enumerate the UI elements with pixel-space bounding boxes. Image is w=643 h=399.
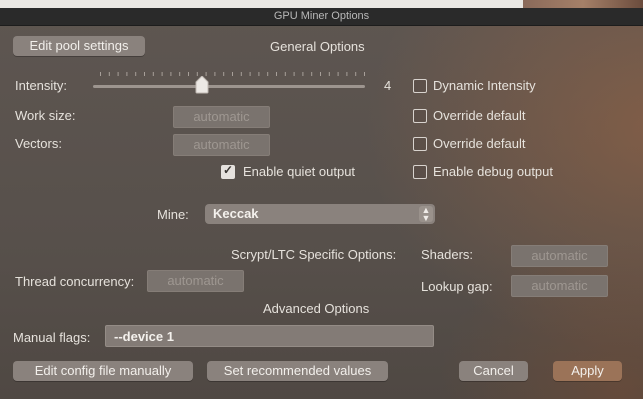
cancel-button[interactable]: Cancel: [459, 361, 528, 381]
manual-flags-label: Manual flags:: [13, 330, 91, 345]
lookup-gap-field[interactable]: automatic: [511, 275, 608, 297]
scrypt-options-heading: Scrypt/LTC Specific Options:: [231, 247, 397, 262]
work-size-field[interactable]: automatic: [173, 106, 270, 128]
work-size-override-label: Override default: [433, 108, 526, 123]
apply-button[interactable]: Apply: [553, 361, 622, 381]
edit-pool-settings-button[interactable]: Edit pool settings: [13, 36, 145, 56]
debug-output-label: Enable debug output: [433, 164, 553, 179]
set-recommended-values-button[interactable]: Set recommended values: [207, 361, 388, 381]
mine-label: Mine:: [157, 207, 189, 222]
thread-concurrency-field[interactable]: automatic: [147, 270, 244, 292]
desktop-photo: [523, 0, 643, 8]
shaders-field[interactable]: automatic: [511, 245, 608, 267]
mine-select-value: Keccak: [213, 206, 259, 221]
quiet-output-label: Enable quiet output: [243, 164, 356, 179]
quiet-output-checkbox[interactable]: ✓: [221, 163, 235, 179]
checkmark-icon: ✓: [223, 163, 234, 177]
window-title: GPU Miner Options: [273, 10, 370, 22]
vectors-override-label: Override default: [433, 136, 526, 151]
edit-config-file-button[interactable]: Edit config file manually: [13, 361, 193, 381]
dynamic-intensity-checkbox[interactable]: [413, 79, 427, 93]
updown-chevron-icon: ▲ ▼: [419, 206, 433, 223]
manual-flags-input[interactable]: --device 1: [105, 325, 434, 347]
intensity-label: Intensity:: [15, 78, 68, 93]
slider-ticks: [100, 72, 365, 76]
vectors-field[interactable]: automatic: [173, 134, 270, 156]
background-strip: [0, 0, 643, 8]
advanced-options-heading: Advanced Options: [263, 301, 370, 316]
title-bar[interactable]: GPU Miner Options: [0, 8, 643, 26]
intensity-value: 4: [384, 78, 392, 93]
vectors-override-checkbox[interactable]: [413, 137, 427, 151]
vectors-label: Vectors:: [15, 136, 62, 151]
debug-output-checkbox[interactable]: [413, 165, 427, 179]
work-size-label: Work size:: [15, 108, 76, 123]
work-size-override-checkbox[interactable]: [413, 109, 427, 123]
dynamic-intensity-label: Dynamic Intensity: [433, 78, 536, 93]
shaders-label: Shaders:: [421, 247, 474, 262]
general-options-heading: General Options: [270, 39, 365, 54]
gpu-miner-options-window: GPU Miner Options Edit pool settings Gen…: [0, 8, 643, 399]
lookup-gap-label: Lookup gap:: [421, 279, 493, 294]
slider-track: [93, 85, 365, 88]
slider-thumb[interactable]: [194, 76, 210, 94]
mine-select[interactable]: Keccak ▲ ▼: [205, 204, 435, 224]
thread-concurrency-label: Thread concurrency:: [15, 274, 135, 289]
